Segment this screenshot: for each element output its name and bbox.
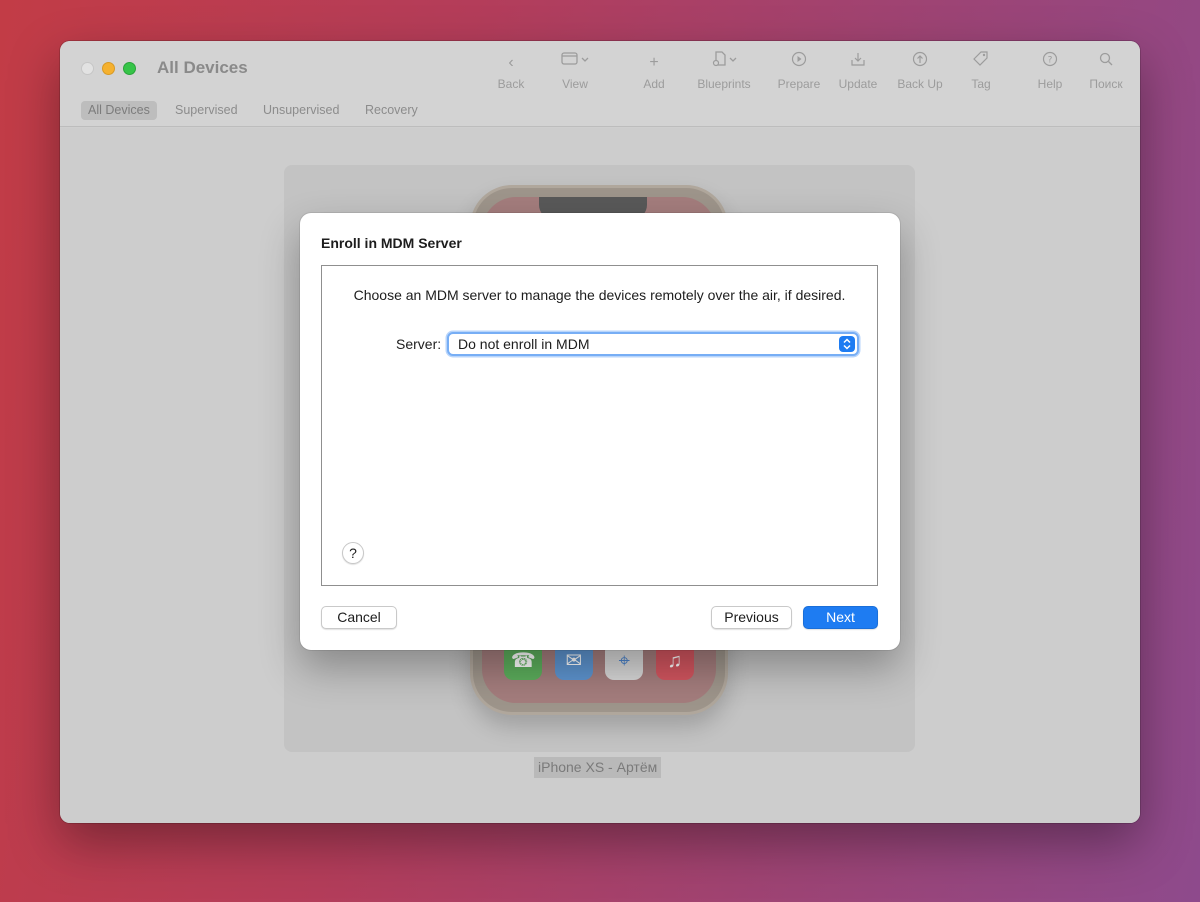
- plus-icon: +: [649, 54, 659, 71]
- download-icon: [836, 51, 880, 75]
- toolbar-back-button[interactable]: ‹ Back: [491, 51, 531, 97]
- search-icon: [1084, 51, 1128, 75]
- tab-all-devices[interactable]: All Devices: [81, 101, 157, 120]
- tab-recovery[interactable]: Recovery: [358, 101, 425, 120]
- toolbar-blueprints-button[interactable]: Blueprints: [693, 51, 755, 97]
- close-button[interactable]: [81, 62, 94, 75]
- server-select-value: Do not enroll in MDM: [458, 336, 590, 352]
- server-label: Server:: [396, 336, 442, 352]
- cancel-button[interactable]: Cancel: [321, 606, 397, 629]
- toolbar-update-button[interactable]: Update: [836, 51, 880, 97]
- toolbar-tag-button[interactable]: Tag: [963, 51, 999, 97]
- help-icon: ?: [1030, 51, 1070, 75]
- window-title: All Devices: [157, 58, 248, 77]
- chevron-up-down-icon: [839, 336, 855, 352]
- toolbar-help-button[interactable]: ? Help: [1030, 51, 1070, 97]
- chevron-left-icon: ‹: [508, 54, 514, 71]
- minimize-button[interactable]: [102, 62, 115, 75]
- previous-button[interactable]: Previous: [711, 606, 792, 629]
- tab-supervised[interactable]: Supervised: [168, 101, 245, 120]
- next-button[interactable]: Next: [803, 606, 878, 629]
- prepare-icon: [775, 51, 823, 75]
- server-select[interactable]: Do not enroll in MDM: [447, 332, 859, 356]
- device-name-label[interactable]: iPhone XS - Артём: [534, 757, 662, 778]
- titlebar: All Devices ‹ Back View + Add Blueprints…: [60, 41, 1140, 127]
- svg-text:?: ?: [1048, 56, 1053, 66]
- zoom-button[interactable]: [123, 62, 136, 75]
- toolbar-search-button[interactable]: Поиск: [1084, 51, 1128, 97]
- toolbar-backup-button[interactable]: Back Up: [894, 51, 946, 97]
- toolbar-add-button[interactable]: + Add: [634, 51, 674, 97]
- dialog-description: Choose an MDM server to manage the devic…: [353, 287, 846, 303]
- dialog-content-box: Choose an MDM server to manage the devic…: [321, 265, 878, 586]
- dialog-title: Enroll in MDM Server: [321, 235, 462, 251]
- window-icon: [554, 51, 596, 75]
- toolbar-prepare-button[interactable]: Prepare: [775, 51, 823, 97]
- tab-unsupervised[interactable]: Unsupervised: [256, 101, 346, 120]
- blueprints-icon: [693, 51, 755, 75]
- tag-icon: [963, 51, 999, 75]
- enroll-mdm-dialog: Enroll in MDM Server Choose an MDM serve…: [300, 213, 900, 650]
- help-button[interactable]: ?: [342, 542, 364, 564]
- toolbar-view-button[interactable]: View: [554, 51, 596, 97]
- upload-icon: [894, 51, 946, 75]
